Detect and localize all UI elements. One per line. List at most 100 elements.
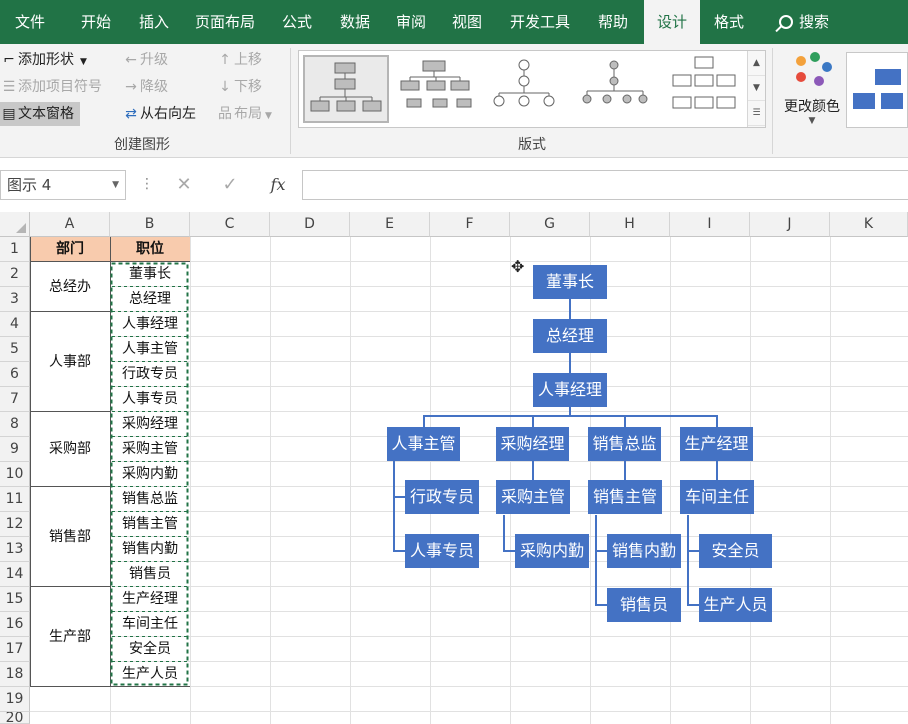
- column-header-a[interactable]: A: [30, 212, 110, 237]
- position-cell[interactable]: 董事长: [110, 262, 190, 287]
- tell-me-search[interactable]: 搜索: [768, 0, 840, 44]
- position-cell[interactable]: 生产经理: [110, 587, 190, 612]
- column-header-j[interactable]: J: [750, 212, 830, 237]
- column-header-k[interactable]: K: [830, 212, 908, 237]
- position-cell[interactable]: 安全员: [110, 637, 190, 662]
- department-cell[interactable]: 人事部: [30, 312, 110, 412]
- department-cell[interactable]: 生产部: [30, 587, 110, 687]
- tab-page-layout[interactable]: 页面布局: [186, 0, 264, 44]
- right-to-left-button[interactable]: ⇄ 从右向左: [122, 102, 196, 126]
- department-cell[interactable]: 采购部: [30, 412, 110, 487]
- select-all-button[interactable]: [0, 212, 30, 237]
- insert-function-button[interactable]: fx: [258, 170, 298, 200]
- layout-option-labeled-hierarchy[interactable]: [663, 55, 749, 123]
- position-cell[interactable]: 采购内勤: [110, 462, 190, 487]
- position-cell[interactable]: 行政专员: [110, 362, 190, 387]
- tab-formulas[interactable]: 公式: [270, 0, 324, 44]
- row-header[interactable]: 16: [0, 612, 30, 637]
- add-bullet-button[interactable]: ☰ 添加项目符号: [0, 75, 102, 99]
- row-header[interactable]: 6: [0, 362, 30, 387]
- column-header-b[interactable]: B: [110, 212, 190, 237]
- column-header-h[interactable]: H: [590, 212, 670, 237]
- tab-view[interactable]: 视图: [440, 0, 494, 44]
- layout-option-name-title[interactable]: [393, 55, 479, 123]
- row-header[interactable]: 14: [0, 562, 30, 587]
- org-node-hr-supervisor[interactable]: 人事主管: [387, 427, 460, 461]
- row-header[interactable]: 12: [0, 512, 30, 537]
- row-header[interactable]: 11: [0, 487, 30, 512]
- demote-button[interactable]: → 降级: [122, 75, 168, 99]
- column-header-i[interactable]: I: [670, 212, 750, 237]
- row-header[interactable]: 2: [0, 262, 30, 287]
- gallery-scrollbar[interactable]: ▲ ▼ ☰: [747, 51, 765, 127]
- row-header[interactable]: 3: [0, 287, 30, 312]
- row-header[interactable]: 8: [0, 412, 30, 437]
- change-colors-button[interactable]: 更改颜色 ▼: [778, 52, 846, 132]
- name-box[interactable]: 图示 4 ▼: [0, 170, 126, 200]
- tab-insert[interactable]: 插入: [126, 0, 182, 44]
- gallery-more[interactable]: ☰: [748, 101, 765, 126]
- position-cell[interactable]: 人事经理: [110, 312, 190, 337]
- row-header[interactable]: 19: [0, 687, 30, 712]
- smartart-style-preview[interactable]: [846, 52, 908, 128]
- position-cell[interactable]: 销售内勤: [110, 537, 190, 562]
- department-cell[interactable]: 销售部: [30, 487, 110, 587]
- text-pane-button[interactable]: ▤ 文本窗格: [0, 102, 80, 126]
- row-header[interactable]: 9: [0, 437, 30, 462]
- row-header[interactable]: 20: [0, 712, 30, 724]
- position-cell[interactable]: 车间主任: [110, 612, 190, 637]
- row-header[interactable]: 10: [0, 462, 30, 487]
- tab-help[interactable]: 帮助: [586, 0, 640, 44]
- column-header-e[interactable]: E: [350, 212, 430, 237]
- row-header[interactable]: 4: [0, 312, 30, 337]
- org-node-production-staff[interactable]: 生产人员: [699, 588, 772, 622]
- position-cell[interactable]: 总经理: [110, 287, 190, 312]
- move-up-button[interactable]: ↑ 上移: [216, 48, 262, 72]
- org-node-workshop-director[interactable]: 车间主任: [680, 480, 754, 514]
- tab-developer[interactable]: 开发工具: [498, 0, 582, 44]
- org-node-hr-specialist[interactable]: 人事专员: [405, 534, 479, 568]
- position-cell[interactable]: 生产人员: [110, 662, 190, 687]
- row-header[interactable]: 7: [0, 387, 30, 412]
- org-node-salesperson[interactable]: 销售员: [607, 588, 681, 622]
- column-header-d[interactable]: D: [270, 212, 350, 237]
- tab-format[interactable]: 格式: [702, 0, 756, 44]
- gallery-scroll-down[interactable]: ▼: [748, 76, 765, 101]
- column-header-f[interactable]: F: [430, 212, 510, 237]
- org-node-safety-officer[interactable]: 安全员: [699, 534, 772, 568]
- row-header[interactable]: 18: [0, 662, 30, 687]
- tab-home[interactable]: 开始: [68, 0, 124, 44]
- layout-button[interactable]: 品布局 ▼: [216, 102, 272, 126]
- header-cell-position[interactable]: 职位: [110, 237, 190, 262]
- column-header-c[interactable]: C: [190, 212, 270, 237]
- org-node-purchasing-manager[interactable]: 采购经理: [496, 427, 569, 461]
- org-node-production-manager[interactable]: 生产经理: [680, 427, 753, 461]
- move-down-button[interactable]: ↓ 下移: [216, 75, 262, 99]
- tab-file[interactable]: 文件: [0, 0, 60, 44]
- formula-input[interactable]: [302, 170, 908, 200]
- enter-button[interactable]: ✓: [210, 170, 250, 200]
- position-cell[interactable]: 销售员: [110, 562, 190, 587]
- formula-bar-divider[interactable]: ⋮: [140, 176, 154, 192]
- org-node-hr-manager[interactable]: 人事经理: [533, 373, 607, 407]
- org-node-chairman[interactable]: 董事长: [533, 265, 607, 299]
- add-shape-button[interactable]: ⌐ 添加形状 ▼: [0, 48, 87, 72]
- tab-design[interactable]: 设计: [644, 0, 700, 44]
- department-cell[interactable]: 总经办: [30, 262, 110, 312]
- gallery-scroll-up[interactable]: ▲: [748, 51, 765, 76]
- position-cell[interactable]: 采购主管: [110, 437, 190, 462]
- row-header[interactable]: 15: [0, 587, 30, 612]
- tab-data[interactable]: 数据: [328, 0, 382, 44]
- row-header[interactable]: 1: [0, 237, 30, 262]
- org-node-purchasing-supervisor[interactable]: 采购主管: [496, 480, 570, 514]
- org-node-sales-clerk[interactable]: 销售内勤: [607, 534, 681, 568]
- org-node-sales-director[interactable]: 销售总监: [588, 427, 661, 461]
- promote-button[interactable]: ← 升级: [122, 48, 168, 72]
- position-cell[interactable]: 销售主管: [110, 512, 190, 537]
- row-header[interactable]: 17: [0, 637, 30, 662]
- layout-option-half-circle[interactable]: [483, 55, 569, 123]
- cancel-button[interactable]: ✕: [164, 170, 204, 200]
- org-node-sales-supervisor[interactable]: 销售主管: [588, 480, 662, 514]
- org-node-purchasing-clerk[interactable]: 采购内勤: [515, 534, 589, 568]
- row-header[interactable]: 5: [0, 337, 30, 362]
